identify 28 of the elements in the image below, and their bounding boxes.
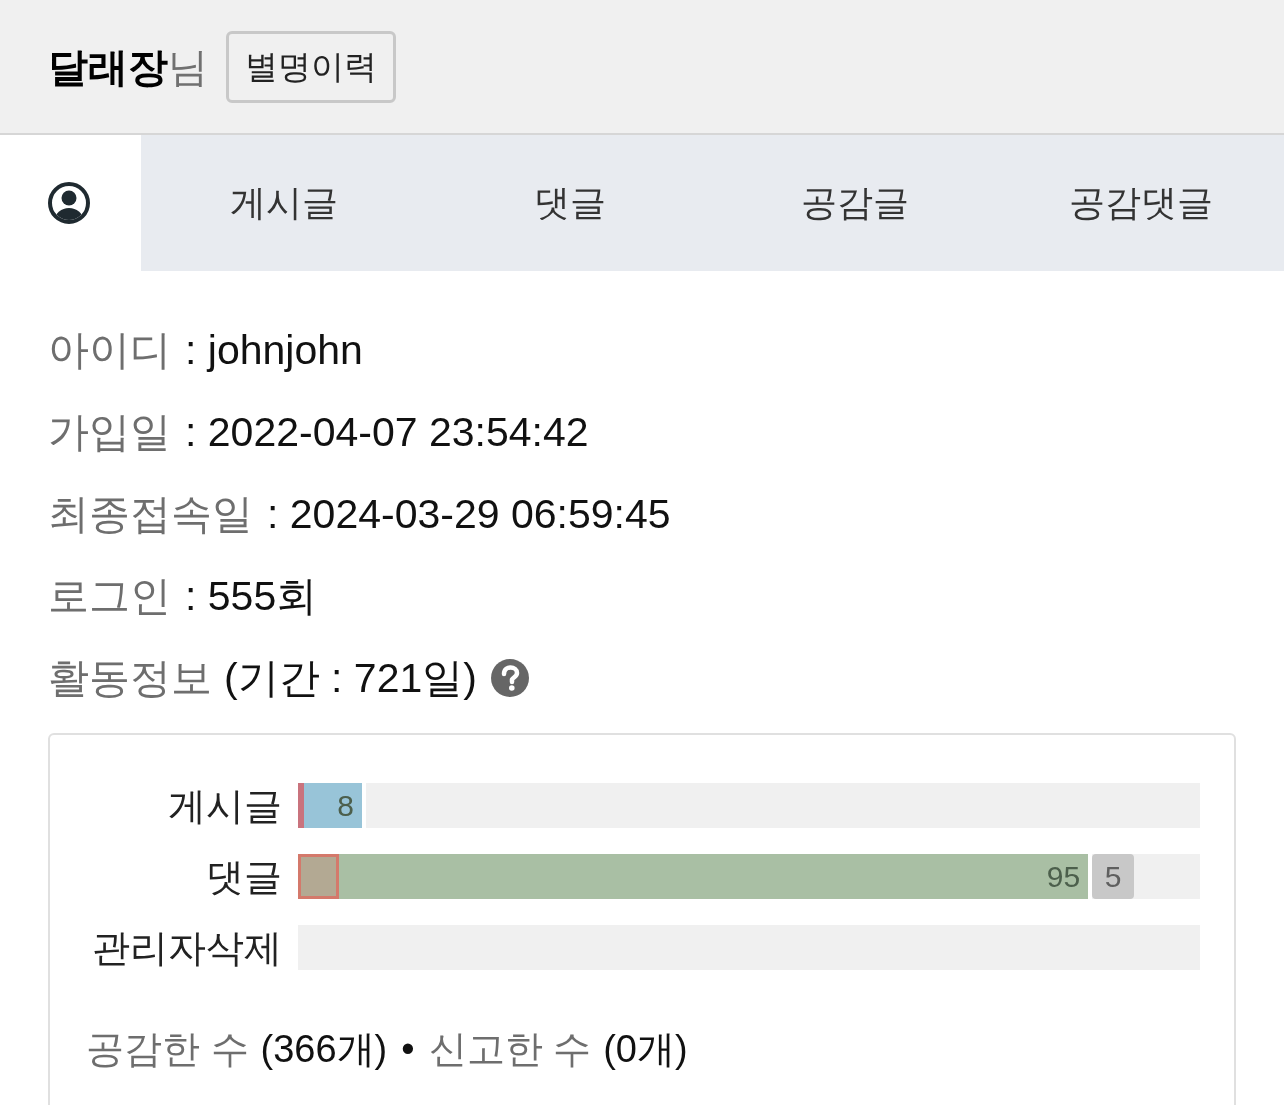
info-label: 최종접속일 <box>48 493 253 535</box>
nickname: 달래장 <box>48 46 168 87</box>
count-value: (366개) <box>260 1030 388 1068</box>
activity-label: 활동정보 <box>48 657 212 699</box>
bar-segment: 5 <box>1092 854 1135 899</box>
count-value: (0개) <box>603 1030 688 1068</box>
count-label: 공감한 수 <box>86 1030 249 1068</box>
tab[interactable]: 공감댓글 <box>998 135 1284 271</box>
tab[interactable]: 댓글 <box>426 135 713 271</box>
bar-label: 관리자삭제 <box>91 928 282 967</box>
info-value: : 555회 <box>185 575 318 617</box>
info-value: : 2022-04-07 23:54:42 <box>185 411 589 453</box>
tab[interactable]: 공감글 <box>712 135 999 271</box>
nickname-suffix: 님 <box>168 46 208 87</box>
bar-label: 게시글 <box>167 786 282 825</box>
help-icon[interactable] <box>490 659 529 697</box>
info-value: : johnjohn <box>185 329 363 371</box>
activity-period: (기간 : 721일) <box>224 657 477 699</box>
info-label: 로그인 <box>48 575 171 617</box>
user-profile-icon <box>48 182 90 224</box>
bar-label: 댓글 <box>205 857 282 896</box>
count-label: 신고한 수 <box>428 1030 592 1068</box>
separator-dot: • <box>401 1030 415 1068</box>
info-label: 가입일 <box>48 411 171 453</box>
nickname-history-button[interactable]: 별명이력 <box>226 30 396 103</box>
info-label: 아이디 <box>48 329 171 371</box>
tab[interactable]: 게시글 <box>141 135 427 271</box>
info-value: : 2024-03-29 06:59:45 <box>267 493 671 535</box>
